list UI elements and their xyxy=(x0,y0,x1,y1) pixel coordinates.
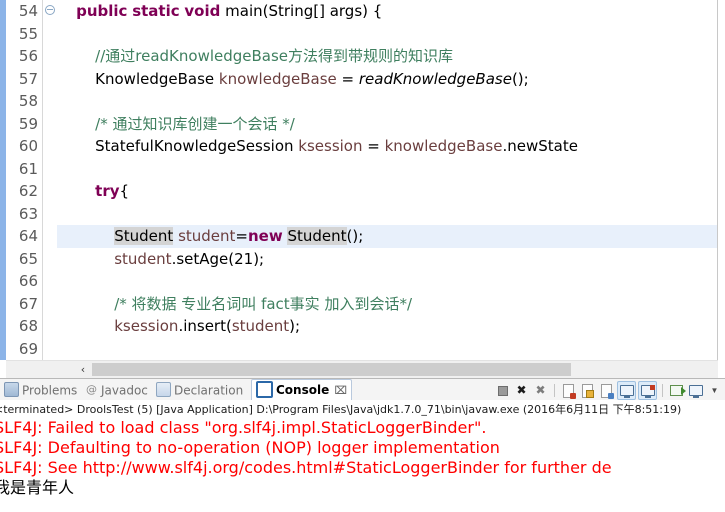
line-number: 61 xyxy=(18,159,38,178)
code-line[interactable]: /* 将数据 专业名词叫 fact事实 加入到会话*/ xyxy=(57,293,725,316)
word-wrap-button[interactable] xyxy=(598,382,615,399)
tab-javadoc[interactable]: Javadoc xyxy=(85,380,148,400)
chevron-down-icon: ▼ xyxy=(710,385,719,395)
tab-problems[interactable]: Problems xyxy=(4,380,77,400)
code-line[interactable]: ksession.insert(student); xyxy=(57,315,725,338)
line-number: 58 xyxy=(18,92,38,110)
editor-horizontal-scrollbar[interactable]: ‹ xyxy=(6,360,718,378)
tab-label: Javadoc xyxy=(101,383,148,398)
java-editor[interactable]: 54 55 56 57 58 59 60 61 62 63 64 65 66 67 68 69 public … xyxy=(0,0,725,378)
open-console-arrow-icon xyxy=(670,384,686,396)
separator-1 xyxy=(554,383,555,397)
console-output-line: 我是青年人 xyxy=(0,478,75,497)
terminate-button[interactable] xyxy=(494,382,511,399)
code-line[interactable] xyxy=(57,158,725,181)
code-line[interactable] xyxy=(57,23,725,46)
monitor-icon xyxy=(689,384,703,398)
code-line[interactable]: try{ xyxy=(57,180,725,203)
code-line[interactable] xyxy=(57,270,725,293)
line-number: 63 xyxy=(18,204,38,223)
declaration-icon xyxy=(156,382,171,397)
view-menu-button[interactable]: ▼ xyxy=(706,382,723,399)
console-error-line: SLF4J: Defaulting to no-operation (NOP) … xyxy=(0,438,500,457)
code-line[interactable]: public static void main(String[] args) { xyxy=(57,0,725,23)
code-line[interactable]: KnowledgeBase knowledgeBase = readKnowle… xyxy=(57,68,725,91)
monitor-icon xyxy=(620,384,634,398)
code-line[interactable]: /* 通过知识库创建一个会话 */ xyxy=(57,113,725,136)
tab-declaration[interactable]: Declaration xyxy=(156,380,243,400)
view-tab-bar: ✖ ✖ ▼ Problems Javadoc Declaration Console ⌧ xyxy=(0,379,725,401)
tab-label: Declaration xyxy=(174,383,244,398)
tab-label: Console xyxy=(276,383,330,397)
console-toolbar: ✖ ✖ ▼ xyxy=(494,380,723,400)
line-number: 60 xyxy=(18,137,38,155)
lock-page-icon xyxy=(582,383,594,398)
javadoc-icon xyxy=(85,383,98,396)
folding-ruler[interactable] xyxy=(43,0,57,360)
pin-console-button[interactable] xyxy=(617,380,636,400)
new-console-view-button[interactable] xyxy=(687,382,704,399)
remove-launch-button[interactable]: ✖ xyxy=(513,382,530,399)
code-line[interactable] xyxy=(57,203,725,226)
line-number: 54 xyxy=(18,2,38,20)
line-number: 65 xyxy=(18,249,38,268)
remove-all-terminated-button[interactable]: ✖ xyxy=(532,382,549,399)
stop-square-icon xyxy=(498,385,508,396)
scroll-left-arrow-icon[interactable]: ‹ xyxy=(76,361,90,378)
console-output[interactable]: <terminated> DroolsTest (5) [Java Applic… xyxy=(0,400,725,512)
tab-console[interactable]: Console ⌧ xyxy=(251,379,352,401)
code-text-area[interactable]: public static void main(String[] args) {… xyxy=(57,0,725,360)
line-number: 55 xyxy=(18,24,38,43)
line-number-ruler: 54 55 56 57 58 59 60 61 62 63 64 65 66 67 68 69 xyxy=(6,0,43,360)
monitor-pin-icon xyxy=(641,384,655,398)
double-x-icon: ✖ xyxy=(535,382,546,397)
code-line[interactable] xyxy=(57,338,725,361)
overview-ruler[interactable] xyxy=(717,0,725,360)
horizontal-scrollbar-thumb[interactable] xyxy=(92,363,571,376)
close-icon[interactable]: ⌧ xyxy=(334,380,347,401)
eclipse-ide-window: 54 55 56 57 58 59 60 61 62 63 64 65 66 67 68 69 public … xyxy=(0,0,725,512)
clear-page-icon xyxy=(563,383,576,399)
console-view: ✖ ✖ ▼ Problems Javadoc Declaration Console ⌧ <… xyxy=(0,378,725,512)
line-number: 69 xyxy=(18,339,38,358)
line-number: 68 xyxy=(18,317,38,335)
tab-label: Problems xyxy=(22,383,78,398)
line-number: 66 xyxy=(18,272,38,290)
code-line[interactable] xyxy=(57,90,725,113)
console-error-line: SLF4J: See http://www.slf4j.org/codes.ht… xyxy=(0,458,612,477)
console-process-header: <terminated> DroolsTest (5) [Java Applic… xyxy=(0,403,682,416)
line-number: 56 xyxy=(18,47,38,65)
problems-icon xyxy=(4,382,19,397)
clear-console-button[interactable] xyxy=(560,382,577,399)
x-icon: ✖ xyxy=(516,382,527,397)
line-number: 57 xyxy=(18,69,38,88)
scroll-lock-button[interactable] xyxy=(579,382,596,399)
code-line[interactable]: StatefulKnowledgeSession ksession = know… xyxy=(57,135,725,158)
code-line[interactable]: student.setAge(21); xyxy=(57,248,725,271)
console-error-line: SLF4J: Failed to load class "org.slf4j.i… xyxy=(0,418,487,437)
fold-collapse-icon[interactable] xyxy=(44,0,55,23)
separator-2 xyxy=(662,383,663,397)
code-line[interactable]: //通过readKnowledgeBase方法得到带规则的知识库 xyxy=(57,45,725,68)
display-selected-console-button[interactable] xyxy=(638,380,657,400)
wrap-page-icon xyxy=(601,383,614,399)
line-number: 62 xyxy=(18,182,38,200)
line-number: 67 xyxy=(18,294,38,313)
console-icon xyxy=(256,381,273,398)
code-line[interactable]: Student student=new Student(); xyxy=(57,225,725,248)
line-number: 64 xyxy=(18,227,38,245)
open-console-button[interactable] xyxy=(668,382,686,399)
line-number: 59 xyxy=(18,114,38,133)
